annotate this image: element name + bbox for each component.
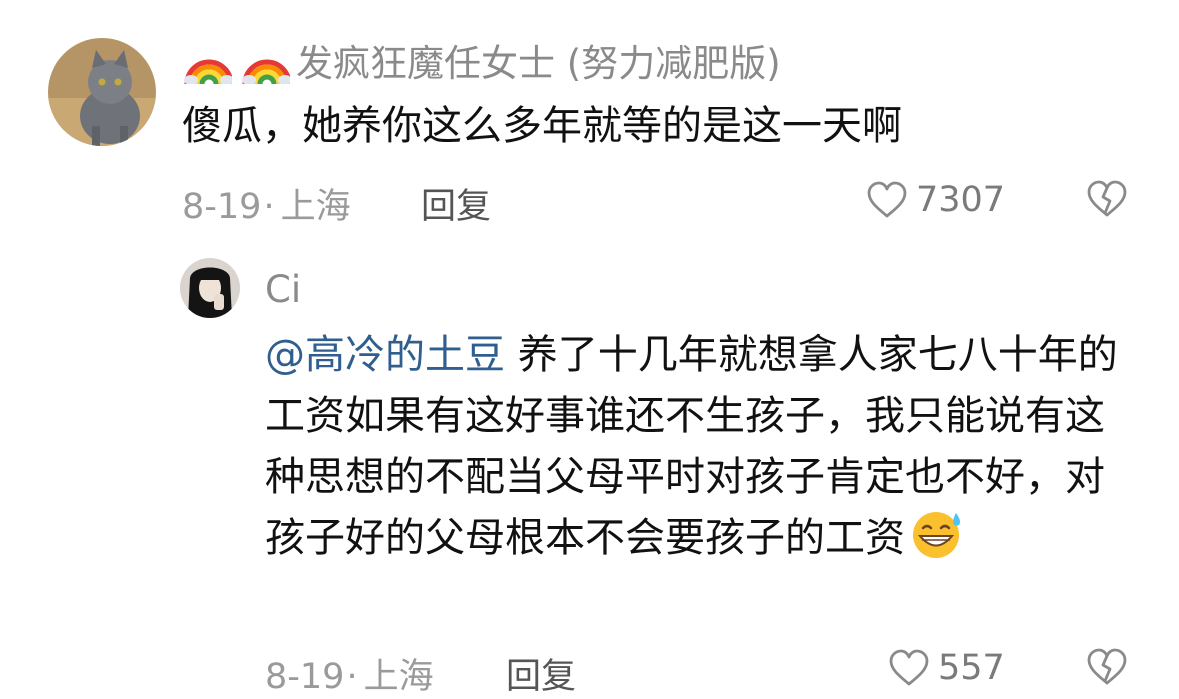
mention-link[interactable]: @高冷的土豆 [265,332,505,378]
like-button[interactable]: 7307 [866,180,1005,220]
heart-outline-icon [888,649,930,687]
rainbow-icon [182,38,232,84]
avatar[interactable] [180,258,240,318]
comment-meta: 8-19· 上海 [182,178,351,229]
reply-text[interactable]: @高冷的土豆 养了十几年就想拿人家七八十年的工资如果有这好事谁还不生孩子，我只能… [265,325,1137,569]
comment-date: 8-19 [182,187,262,227]
nickname[interactable]: Ci [265,268,301,312]
like-count: 557 [938,648,1005,688]
comment-location: 上海 [280,187,351,227]
like-button[interactable]: 557 [888,648,1005,688]
avatar[interactable] [48,38,156,146]
meta-separator: · [263,187,275,227]
heart-outline-icon [866,181,908,219]
nickname[interactable]: 发疯狂魔任女士 (努力减肥版) [296,42,781,86]
like-count: 7307 [916,180,1006,220]
reply-date: 8-19 [265,657,345,697]
grinning-sweat-emoji-icon [909,509,965,559]
comment-text[interactable]: 傻瓜，她养你这么多年就等的是这一天啊 [182,96,1082,156]
reply-button[interactable]: 回复 [506,648,576,699]
reply-button[interactable]: 回复 [421,178,491,229]
reply-location: 上海 [363,657,434,697]
meta-separator: · [346,657,358,697]
broken-heart-icon[interactable] [1086,648,1128,686]
reply-meta: 8-19· 上海 [265,648,434,699]
rainbow-icon [240,38,290,84]
broken-heart-icon[interactable] [1086,180,1128,218]
